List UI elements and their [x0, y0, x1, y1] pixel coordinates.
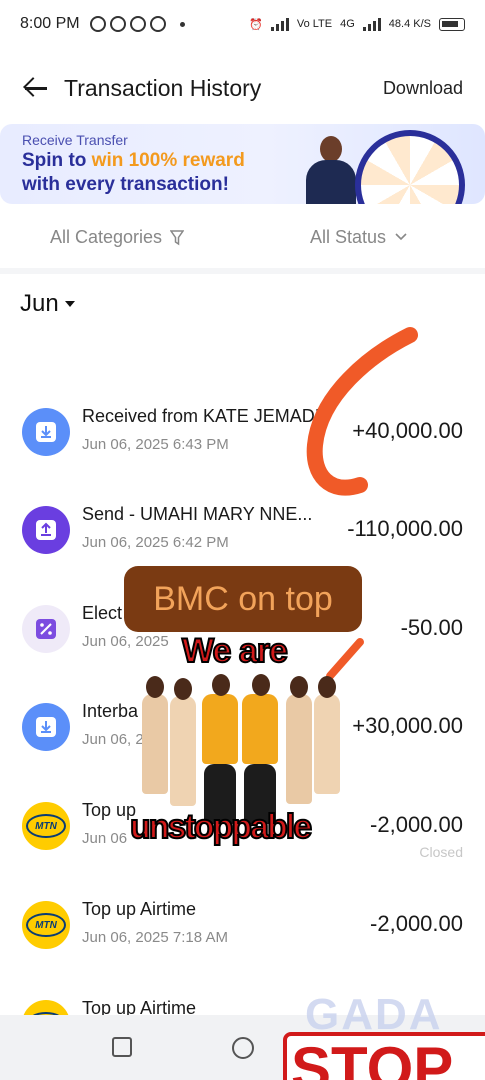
whatsapp-icon — [109, 16, 126, 32]
mtn-logo-icon: MTN — [22, 802, 70, 850]
banner-headline-prefix: Spin to — [22, 150, 87, 171]
signal-icon — [270, 17, 289, 31]
stop-text: STOP — [291, 1035, 454, 1080]
stop-sign-overlay: STOP — [283, 1032, 485, 1080]
transaction-date: Jun 06 — [82, 830, 128, 847]
transaction-date: Jun 06, 2025 6:43 PM — [82, 436, 229, 453]
home-button[interactable] — [232, 1037, 254, 1059]
transaction-title: Send - UMAHI MARY NNE... — [82, 504, 313, 524]
transaction-date: Jun 06, 2025 7:18 AM — [82, 929, 228, 946]
person-head — [146, 676, 164, 698]
funnel-icon — [170, 230, 185, 246]
sticker-text-bottom: unstoppable — [129, 807, 313, 847]
more-notifications-icon — [179, 21, 185, 27]
network-type: 4G — [340, 18, 355, 30]
brush-stroke-overlay — [306, 327, 418, 496]
person-head — [252, 674, 270, 696]
category-filter-label: All Categories — [50, 226, 163, 247]
banner-headline-highlight: win 100% reward — [91, 150, 245, 171]
person-figure — [314, 694, 340, 794]
send-icon — [22, 506, 70, 554]
page-title: Transaction History — [64, 74, 262, 101]
back-arrow-icon[interactable] — [22, 74, 50, 102]
mtn-logo-icon: MTN — [22, 901, 70, 949]
person-head — [212, 674, 230, 696]
signal-icon-2 — [362, 17, 381, 31]
transaction-amount: -2,000.00 — [370, 911, 463, 936]
person-figure — [142, 694, 168, 794]
person-figure — [242, 694, 278, 764]
receive-icon — [22, 703, 70, 751]
chevron-down-icon — [394, 232, 408, 242]
banner-model-image — [300, 128, 360, 204]
person-head — [318, 676, 336, 698]
category-filter[interactable]: All Categories — [50, 226, 185, 248]
spin-wheel-icon — [355, 130, 465, 204]
person-head — [174, 678, 192, 700]
transaction-date: Jun 06, 2025 6:42 PM — [82, 534, 229, 551]
percent-icon — [22, 605, 70, 653]
transaction-title: Top up Airtime — [82, 899, 197, 919]
status-bar: 8:00 PM ⏰ Vo LTE 4G 48.4 K/S — [0, 0, 485, 48]
month-label: Jun — [20, 290, 59, 317]
status-filter-label: All Status — [310, 226, 387, 247]
transaction-amount: +30,000.00 — [352, 713, 463, 738]
app-header: Transaction History Download — [0, 58, 485, 118]
person-figure — [170, 696, 196, 806]
section-divider — [0, 268, 485, 274]
download-button[interactable]: Download — [383, 78, 463, 99]
mtn-logo-text: MTN — [26, 814, 66, 838]
volte-label: Vo LTE — [296, 18, 333, 30]
caret-down-icon — [64, 301, 75, 307]
person-figure — [202, 694, 238, 764]
receive-icon — [22, 408, 70, 456]
banner-subtitle: Receive Transfer — [22, 132, 128, 148]
person-head — [290, 676, 308, 698]
status-filter[interactable]: All Status — [310, 227, 408, 248]
banner-headline-line2: with every transaction! — [22, 174, 229, 195]
whatsapp-icon — [129, 16, 146, 32]
alarm-icon: ⏰ — [249, 18, 263, 31]
notification-icons — [89, 16, 185, 32]
recent-apps-button[interactable] — [112, 1037, 132, 1057]
sticker-text-top: We are — [181, 631, 289, 671]
status-time: 8:00 PM — [20, 15, 80, 32]
whatsapp-icon — [89, 16, 106, 32]
transaction-amount: -110,000.00 — [347, 516, 463, 541]
transaction-amount: -50.00 — [400, 615, 463, 640]
transaction-title: Received from KATE JEMADI — [82, 406, 320, 426]
person-figure — [286, 694, 312, 804]
mtn-logo-text: MTN — [26, 913, 66, 937]
network-speed: 48.4 K/S — [388, 18, 431, 30]
system-icons: ⏰ Vo LTE 4G 48.4 K/S — [249, 17, 465, 31]
promo-banner[interactable]: Receive Transfer Spin to win 100% reward… — [0, 124, 485, 204]
caption-overlay: BMC on top — [124, 566, 362, 632]
month-selector[interactable]: Jun — [20, 290, 75, 318]
transaction-status: Closed — [419, 844, 463, 860]
whatsapp-icon — [149, 16, 166, 32]
banner-headline: Spin to win 100% reward — [22, 150, 245, 172]
transaction-row[interactable]: MTN Top up Airtime Jun 06, 2025 7:18 AM … — [0, 893, 485, 973]
battery-icon — [439, 17, 465, 31]
screen: 8:00 PM ⏰ Vo LTE 4G 48.4 K/S Transaction… — [0, 0, 485, 1080]
transaction-amount: -2,000.00 — [370, 812, 463, 837]
filter-bar: All Categories All Status — [0, 215, 485, 259]
